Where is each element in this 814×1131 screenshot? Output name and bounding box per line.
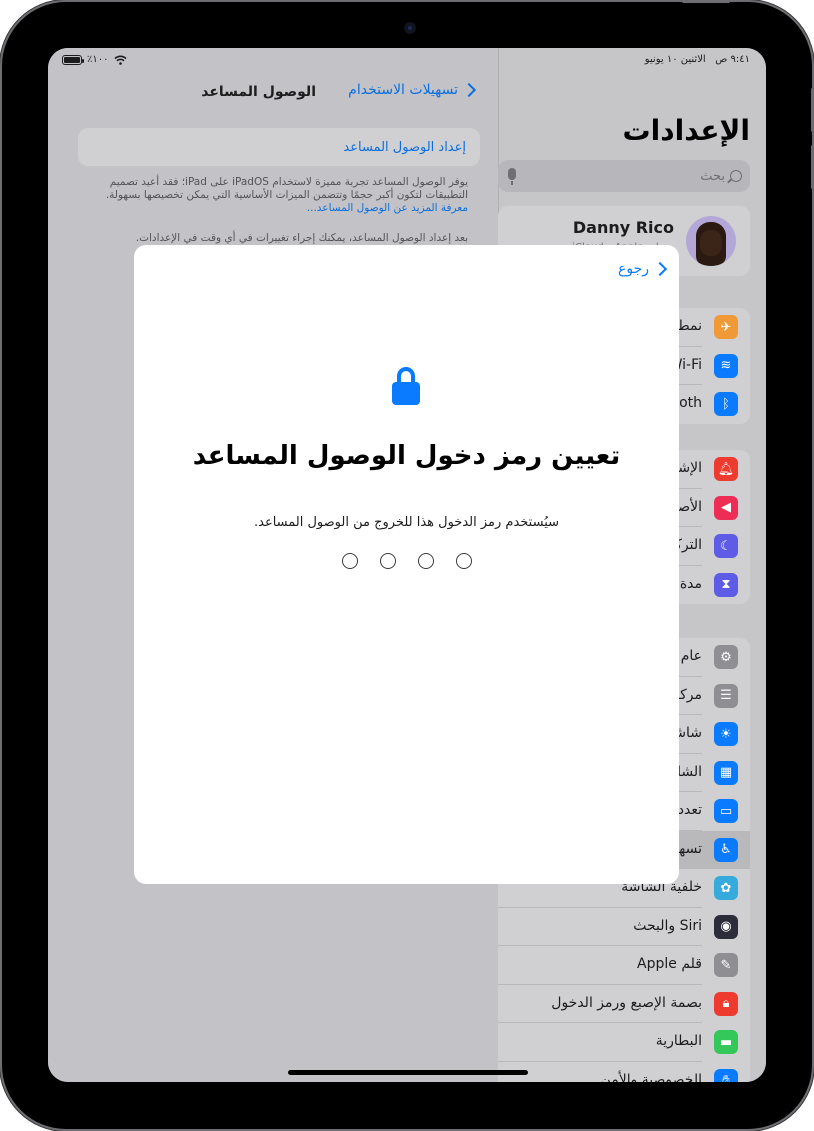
sun-icon: ☀	[714, 722, 738, 746]
battery-icon	[62, 54, 84, 65]
wifi-icon: ≋	[714, 353, 738, 378]
toggles-icon: ☰	[714, 683, 738, 708]
chevron-back-icon	[461, 82, 477, 98]
back-label: رجوع	[617, 261, 649, 277]
status-date: الاثنين ١٠ يونيو	[644, 54, 706, 65]
status-indicators: ٪١٠٠	[62, 54, 127, 65]
lock-body	[392, 382, 420, 405]
search-placeholder: بحث	[700, 168, 725, 184]
back-to-accessibility-button[interactable]: تسهيلات الاستخدام	[348, 82, 477, 98]
search-icon	[730, 170, 742, 182]
sidebar-item[interactable]: 🔒︎ بصمة الإصبع ورمز الدخول	[498, 985, 750, 1023]
sidebar-item-label: عام	[680, 648, 702, 664]
chevron-back-icon	[652, 261, 668, 277]
detail-nav-bar: تسهيلات الاستخدام الوصول المساعد	[48, 82, 498, 110]
front-camera	[404, 22, 416, 34]
status-bar: ٩:٤١ ص الاثنين ١٠ يونيو ٪١٠٠	[48, 48, 766, 72]
sidebar-item-label: قلم Apple	[637, 956, 702, 972]
bell-icon: 🔔︎	[714, 457, 738, 481]
search-field[interactable]: بحث	[498, 160, 750, 192]
passcode-dot	[455, 553, 472, 569]
back-label: تسهيلات الاستخدام	[348, 82, 458, 98]
passcode-entry[interactable]	[134, 553, 679, 569]
home-screen-icon: ▦	[714, 760, 738, 785]
avatar-face	[700, 230, 722, 256]
passcode-dot	[417, 553, 434, 569]
lock-icon	[392, 367, 420, 405]
profile-name: Danny Rico	[572, 218, 674, 237]
sidebar-item-label: Siri والبحث	[633, 917, 702, 934]
airplane-icon: ✈	[714, 315, 738, 339]
hourglass-icon: ⧗	[714, 572, 738, 597]
detail-title: الوصول المساعد	[201, 84, 316, 100]
sidebar-item-label: بصمة الإصبع ورمز الدخول	[551, 994, 702, 1011]
secondary-footnote: بعد إعداد الوصول المساعد، يمكنك إجراء تغ…	[135, 232, 468, 244]
battery-fill	[64, 56, 80, 63]
battery-percent: ٪١٠٠	[87, 54, 109, 65]
flower-icon: ✿	[714, 876, 738, 900]
screen: تسهيلات الاستخدام الوصول المساعد إعداد ا…	[48, 48, 766, 1082]
setup-label: إعداد الوصول المساعد	[343, 139, 466, 155]
speaker-icon: ◀	[714, 495, 738, 520]
back-button[interactable]: رجوع	[617, 261, 668, 277]
sidebar-item[interactable]: ✋︎ الخصوصية والأمن	[498, 1062, 750, 1083]
accessibility-icon: ♿︎	[714, 837, 738, 862]
battery-icon: ▬	[714, 1030, 738, 1054]
setup-assistive-access-button[interactable]: إعداد الوصول المساعد	[78, 128, 480, 166]
description-footnote: يوفر الوصول المساعد تجربة مميزة لاستخدام…	[78, 176, 468, 215]
bluetooth-icon: ᛒ	[714, 392, 738, 416]
pencil-icon: ✎	[714, 953, 738, 977]
sheet-heading: تعيين رمز دخول الوصول المساعد	[192, 441, 621, 471]
top-button	[682, 0, 730, 3]
home-indicator[interactable]	[288, 1070, 528, 1075]
learn-more-link[interactable]: معرفة المزيد عن الوصول المساعد...	[78, 202, 468, 215]
footnote-text: يوفر الوصول المساعد تجربة مميزة لاستخدام…	[105, 176, 468, 201]
sheet-description: سيُستخدم رمز الدخول هذا للخروج من الوصول…	[253, 515, 560, 530]
sidebar-title: الإعدادات	[622, 114, 750, 147]
siri-icon: ◉	[714, 914, 738, 939]
lock-icon: 🔒︎	[714, 991, 738, 1016]
wifi-icon	[113, 55, 127, 65]
multitask-icon: ▭	[714, 799, 738, 823]
avatar	[686, 216, 736, 266]
sidebar-item-label: البطارية	[655, 1033, 702, 1049]
status-time: ٩:٤١ ص	[715, 54, 750, 65]
passcode-dot	[379, 553, 396, 569]
moon-icon: ☾	[714, 534, 738, 558]
sidebar-item[interactable]: ◉ Siri والبحث	[498, 908, 750, 946]
set-passcode-sheet: رجوع تعيين رمز دخول الوصول المساعد سيُست…	[134, 245, 679, 884]
sidebar-item-label: الخصوصية والأمن	[600, 1071, 702, 1083]
gear-icon: ⚙	[714, 645, 738, 669]
sidebar-item[interactable]: ▬ البطارية	[498, 1023, 750, 1062]
microphone-icon[interactable]	[508, 168, 516, 185]
sidebar-item[interactable]: ✎ قلم Apple	[498, 946, 750, 985]
status-time-date: ٩:٤١ ص الاثنين ١٠ يونيو	[645, 54, 750, 65]
passcode-dot	[341, 553, 358, 569]
hand-icon: ✋︎	[714, 1068, 738, 1082]
